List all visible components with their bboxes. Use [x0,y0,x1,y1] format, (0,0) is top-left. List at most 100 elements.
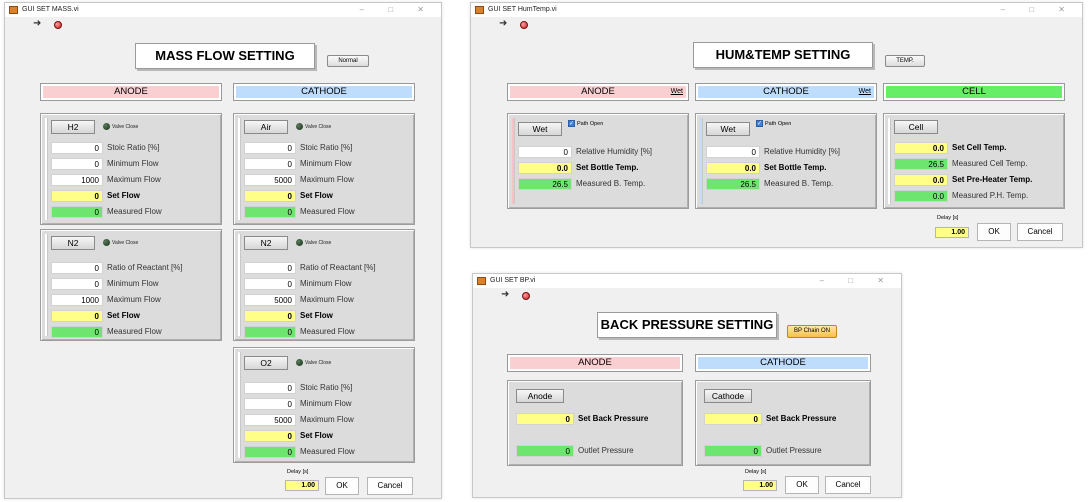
n2-button[interactable]: N2 [244,236,288,250]
stop-icon[interactable] [522,292,530,300]
cathode-header: CATHODE [233,83,415,101]
set-flow-field[interactable]: 0 [51,310,103,322]
cathode-button[interactable]: Cathode [704,389,752,403]
outlet-pressure-field: 0 [704,445,762,457]
air-panel: Air Valve Close 0 Stoic Ratio [%] 0 Minimu… [233,113,415,225]
delay-input[interactable]: 1.00 [935,227,969,238]
set-back-pressure-field[interactable]: 0 [516,413,574,425]
minimum-flow-field[interactable]: 0 [244,278,296,290]
anode-header: ANODE [507,354,683,372]
relative-humidity-field[interactable]: 0 [518,146,572,158]
mode-temp-button[interactable]: TEMP. [885,55,925,67]
set-preheater-temp-field[interactable]: 0.0 [894,174,948,186]
delay-input[interactable]: 1.00 [285,480,319,491]
stoic-ratio-field[interactable]: 0 [51,142,103,154]
wet-button[interactable]: Wet [518,122,562,136]
field-label: Set Flow [107,191,140,200]
field-row: 0.0 Set Bottle Temp. [518,162,686,174]
wet-button[interactable]: Wet [706,122,750,136]
valve-status: Valve Close [103,239,138,247]
minimum-flow-field[interactable]: 0 [244,398,296,410]
path-open-checkbox[interactable]: ✓ Path Open [756,120,791,128]
field-row: 0.0 Measured P.H. Temp. [894,190,1062,202]
cathode-wet-link[interactable]: Wet [859,84,871,100]
set-bottle-temp-field[interactable]: 0.0 [518,162,572,174]
maximum-flow-field[interactable]: 1000 [51,174,103,186]
air-button[interactable]: Air [244,120,288,134]
measured-bottle-temp-field: 26.5 [706,178,760,190]
run-arrow-icon[interactable]: ➜ [33,19,41,29]
field-row: 0 Stoic Ratio [%] [244,382,412,394]
window-controls[interactable]: – □ ✕ [1001,3,1076,17]
anode-humidifier-panel: Wet ✓ Path Open 0 Relative Humidity [%] 0.… [507,113,689,209]
bp-titlebar: GUI SET BP.vi – □ ✕ [473,274,901,288]
measured-preheater-temp-field: 0.0 [894,190,948,202]
cancel-button[interactable]: Cancel [367,477,413,495]
h2-button[interactable]: H2 [51,120,95,134]
outlet-pressure-field: 0 [516,445,574,457]
anode-label: ANODE [581,86,615,97]
field-row: 0 Set Flow [51,310,219,322]
field-row: 5000 Maximum Flow [244,294,412,306]
set-flow-field[interactable]: 0 [244,430,296,442]
mode-normal-button[interactable]: Normal [327,55,369,67]
bp-chain-on-button[interactable]: BP Chain ON [787,325,837,338]
ok-button[interactable]: OK [977,223,1011,241]
field-row: 0 Stoic Ratio [%] [51,142,219,154]
maximum-flow-field[interactable]: 5000 [244,414,296,426]
stop-icon[interactable] [54,21,62,29]
ok-button[interactable]: OK [785,476,819,494]
stoic-ratio-field[interactable]: 0 [244,142,296,154]
anode-button[interactable]: Anode [516,389,564,403]
panel-stripe [888,118,891,204]
path-open-checkbox[interactable]: ✓ Path Open [568,120,603,128]
cell-button[interactable]: Cell [894,120,938,134]
n2-button[interactable]: N2 [51,236,95,250]
window-controls[interactable]: – □ ✕ [820,274,895,288]
set-cell-temp-field[interactable]: 0.0 [894,142,948,154]
o2-button[interactable]: O2 [244,356,288,370]
set-flow-field[interactable]: 0 [244,190,296,202]
field-row: 0 Minimum Flow [51,278,219,290]
run-arrow-icon[interactable]: ➜ [501,290,509,300]
minimum-flow-field[interactable]: 0 [244,158,296,170]
field-label: Maximum Flow [300,175,354,184]
checkbox-checked-icon: ✓ [568,120,575,128]
ratio-field[interactable]: 0 [244,262,296,274]
relative-humidity-field[interactable]: 0 [706,146,760,158]
window-controls[interactable]: – □ ✕ [360,3,435,17]
measured-bottle-temp-field: 26.5 [518,178,572,190]
set-flow-field[interactable]: 0 [244,310,296,322]
maximum-flow-field[interactable]: 1000 [51,294,103,306]
minimum-flow-field[interactable]: 0 [51,278,103,290]
stop-icon[interactable] [520,21,528,29]
field-row: 26.5 Measured Cell Temp. [894,158,1062,170]
labview-app-icon [475,6,484,14]
set-bottle-temp-field[interactable]: 0.0 [706,162,760,174]
field-label: Minimum Flow [107,279,159,288]
panel-stripe [238,234,241,336]
anode-bp-panel: Anode 0 Set Back Pressure 0 Outlet Pressur… [507,380,683,466]
valve-label: Valve Close [112,240,139,246]
field-label: Measured Flow [107,327,162,336]
field-label: Maximum Flow [300,295,354,304]
maximum-flow-field[interactable]: 5000 [244,294,296,306]
set-back-pressure-field[interactable]: 0 [704,413,762,425]
ratio-field[interactable]: 0 [51,262,103,274]
run-arrow-icon[interactable]: ➜ [499,19,507,29]
field-row: 0 Ratio of Reactant [%] [51,262,219,274]
valve-label: Valve Close [305,240,332,246]
minimum-flow-field[interactable]: 0 [51,158,103,170]
mass-heading: MASS FLOW SETTING [135,43,315,69]
set-flow-field[interactable]: 0 [51,190,103,202]
cancel-button[interactable]: Cancel [1017,223,1063,241]
n2-anode-panel: N2 Valve Close 0 Ratio of Reactant [%] 0M… [40,229,222,341]
maximum-flow-field[interactable]: 5000 [244,174,296,186]
stoic-ratio-field[interactable]: 0 [244,382,296,394]
cancel-button[interactable]: Cancel [825,476,871,494]
anode-wet-link[interactable]: Wet [671,84,683,100]
field-label: Set Flow [107,311,140,320]
field-label: Minimum Flow [300,399,352,408]
delay-input[interactable]: 1.00 [743,480,777,491]
ok-button[interactable]: OK [325,477,359,495]
